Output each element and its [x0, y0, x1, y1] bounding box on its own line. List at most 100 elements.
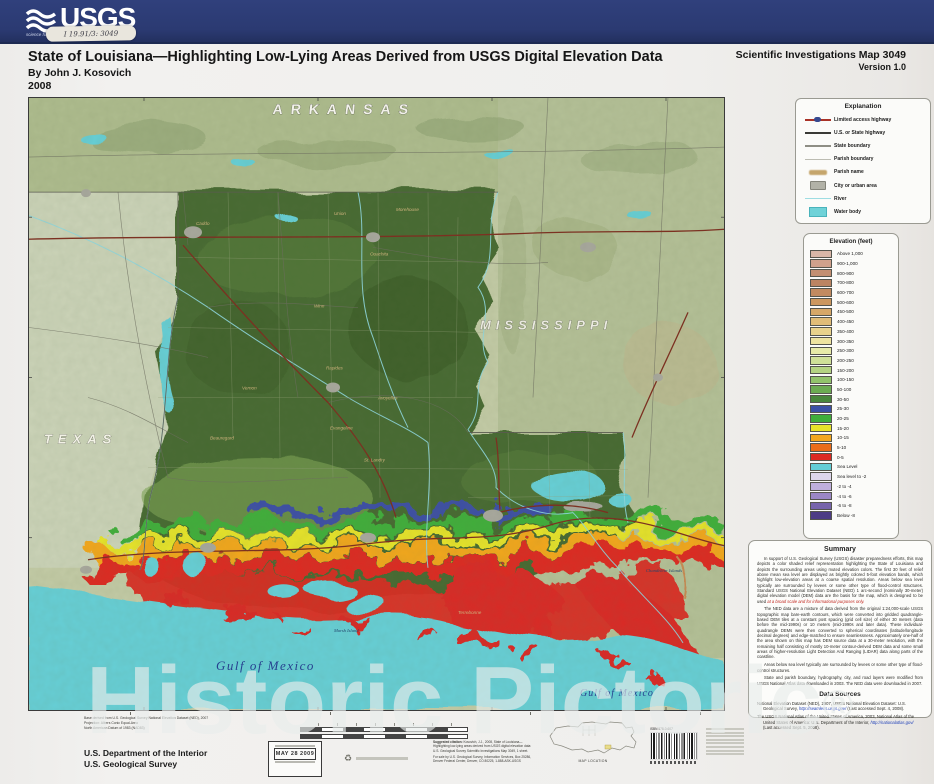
elevation-class-label: 300-350 — [837, 339, 854, 344]
series-number: Scientific Investigations Map 3049 — [736, 49, 906, 61]
parish-label: Avoyelles — [377, 395, 398, 400]
stamp-date: MAY 28 2009 — [274, 748, 316, 760]
legend-item-label: Limited access highway — [834, 117, 891, 123]
elevation-class-row: 10-15 — [810, 433, 892, 443]
elevation-color-chip — [810, 443, 832, 451]
elevation-class-row: 100-150 — [810, 375, 892, 385]
elevation-class-label: 10-15 — [837, 435, 849, 440]
elevation-class-label: 25-30 — [837, 406, 849, 411]
legend-item-label: City or urban area — [834, 183, 877, 189]
legend-item-limited-access: Limited access highway — [802, 113, 924, 126]
elevation-color-chip — [810, 317, 832, 325]
elevation-color-chip — [810, 279, 832, 287]
elevation-class-label: 350-400 — [837, 329, 854, 334]
elevation-class-label: 15-20 — [837, 426, 849, 431]
parish-label: Caddo — [196, 221, 210, 226]
elevation-class-row: 150-200 — [810, 365, 892, 375]
summary-title: Summary — [757, 546, 923, 553]
elevation-class-label: 600-700 — [837, 290, 854, 295]
map-year: 2008 — [28, 80, 51, 92]
feature-label: Chandeleur Islands — [646, 568, 682, 573]
elevation-class-row: 900-1,000 — [810, 259, 892, 269]
elevation-color-chip — [810, 472, 832, 480]
elevation-class-label: 50-100 — [837, 387, 851, 392]
parish-boundary-symbol-icon — [802, 155, 834, 164]
legend-item-label: State boundary — [834, 143, 870, 149]
series-version: Version 1.0 — [736, 62, 906, 72]
elevation-class-row: 800-900 — [810, 268, 892, 278]
water-body-symbol-icon — [802, 207, 834, 216]
elevation-class-row: 15-20 — [810, 423, 892, 433]
elevation-class-label: 800-900 — [837, 271, 854, 276]
legend-item-label: River — [834, 196, 847, 202]
elevation-color-chip — [810, 337, 832, 345]
elevation-color-chip — [810, 424, 832, 432]
data-source-ref-2: The USGS National Atlas of the United St… — [757, 714, 923, 730]
recycled-paper-icon: ♻ — [344, 753, 352, 764]
suggested-citation: Suggested citation: Kosovich, J.J., 2008… — [433, 740, 533, 766]
map-location-caption: MAP LOCATION — [545, 759, 641, 763]
summary-paragraph-4: State and parish boundary, hydrography, … — [757, 675, 923, 686]
elevation-color-chip — [810, 502, 832, 510]
base-credit: Base derived from U.S. Geological Survey… — [84, 716, 208, 731]
legend-item-label: U.S. or State highway — [834, 130, 885, 136]
parish-label: Union — [334, 211, 346, 216]
legend-item-label: Water body — [834, 209, 861, 215]
legend-item-state-boundary: State boundary — [802, 139, 924, 152]
legend-item-water-body: Water body — [802, 205, 924, 218]
elevation-class-label: Sea level to -2 — [837, 474, 866, 479]
elevation-color-chip — [810, 405, 832, 413]
legend-item-river: River — [802, 192, 924, 205]
elevation-class-row: 450-500 — [810, 307, 892, 317]
parish-label: Ouachita — [370, 251, 389, 256]
elevation-class-label: 450-500 — [837, 309, 854, 314]
elevation-color-chip — [810, 250, 832, 258]
seamless-url: http://seamless.usgs.gov/ — [799, 706, 846, 711]
elevation-color-chip — [810, 356, 832, 364]
elevation-color-chip — [810, 463, 832, 471]
scale-bar — [300, 723, 468, 741]
elevation-color-chip — [810, 269, 832, 277]
elevation-class-row: Sea level to -2 — [810, 472, 892, 482]
elevation-class-label: Above 1,000 — [837, 251, 863, 256]
elevation-class-row: 0-5 — [810, 452, 892, 462]
sudoc-number: I 19.91/3: 3049 — [64, 29, 118, 38]
isbn-number: ISBN 978-0-607 — [650, 727, 698, 731]
series-block: Scientific Investigations Map 3049 Versi… — [736, 49, 906, 72]
elevation-class-label: -2 to -4 — [837, 484, 852, 489]
summary-paragraph-3: Areas below sea level typically are surr… — [757, 662, 923, 673]
elevation-class-row: 500-600 — [810, 297, 892, 307]
elevation-color-chip — [810, 492, 832, 500]
legend-item-urban-area: City or urban area — [802, 179, 924, 192]
elevation-class-row: -6 to -8 — [810, 501, 892, 511]
river-symbol-icon — [802, 194, 834, 203]
elevation-class-row: 5-10 — [810, 443, 892, 453]
map-byline: By John J. Kosovich — [28, 67, 131, 79]
elevation-color-chip — [810, 298, 832, 306]
elevation-color-chip — [810, 366, 832, 374]
limited-access-symbol-icon — [802, 115, 834, 124]
disclaimer-text: at a broad scale and for informational p… — [767, 599, 864, 604]
elevation-class-row: 250-300 — [810, 346, 892, 356]
elevation-color-chip — [810, 453, 832, 461]
elevation-color-chip — [810, 347, 832, 355]
feature-label: Marsh Island — [333, 628, 359, 633]
elevation-color-chip — [810, 511, 832, 519]
elevation-class-row: Above 1,000 — [810, 249, 892, 259]
elevation-class-label: 20-25 — [837, 416, 849, 421]
data-sources-title: Data Sources — [757, 691, 923, 698]
elevation-legend-title: Elevation (feet) — [810, 239, 892, 245]
elevation-class-label: 200-250 — [837, 358, 854, 363]
depository-stamp: MAY 28 2009 — [268, 741, 322, 777]
elevation-class-label: 0-5 — [837, 455, 844, 460]
explanation-title: Explanation — [802, 103, 924, 110]
label-gulf-of-mexico-small: Gulf of Mexico — [580, 688, 654, 699]
elevation-class-label: 5-10 — [837, 445, 846, 450]
elevation-class-label: Sea Level — [837, 464, 857, 469]
parish-label: St. Landry — [364, 458, 386, 463]
usgs-banner: USGS science for a changing world I 19.9… — [0, 0, 934, 44]
nationalatlas-url: http://nationalatlas.gov/ — [871, 720, 914, 725]
elevation-class-row: 200-250 — [810, 356, 892, 366]
parish-label: Winn — [314, 303, 325, 308]
agency-line-1: U.S. Department of the Interior — [84, 748, 207, 759]
